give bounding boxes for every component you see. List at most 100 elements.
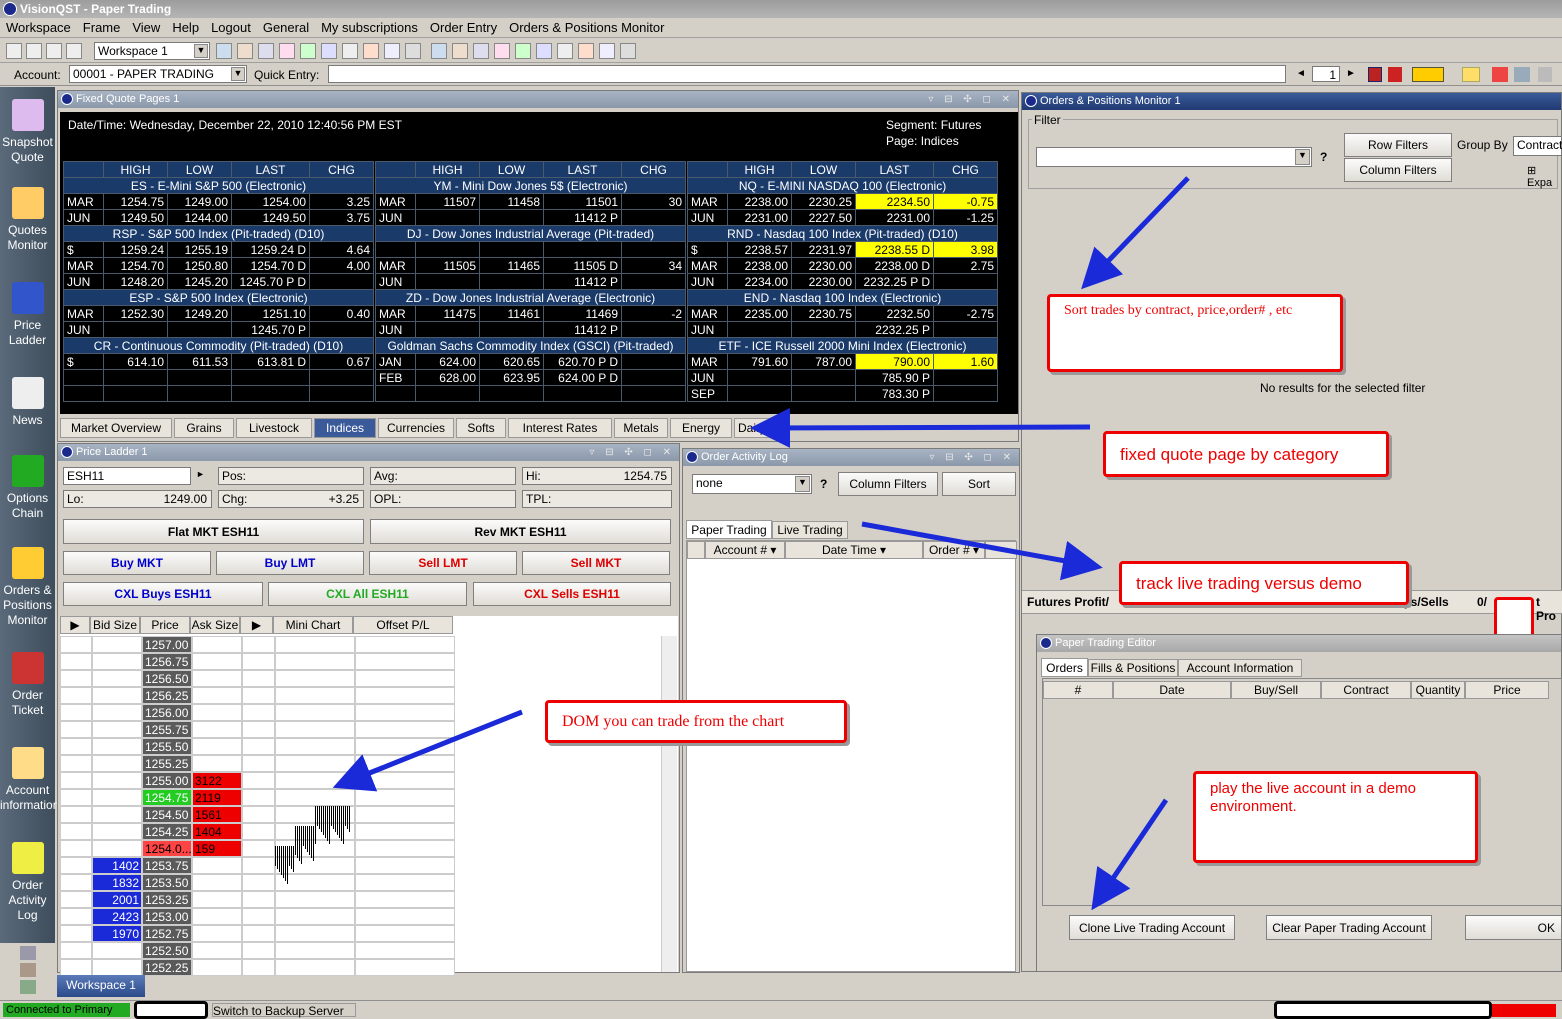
dom-cell[interactable] bbox=[355, 874, 455, 891]
dom-cell[interactable] bbox=[242, 755, 275, 772]
dom-cell[interactable]: 1255.75 bbox=[142, 721, 192, 738]
expand-control[interactable]: ⊞ Expa bbox=[1527, 164, 1562, 189]
print-icon[interactable] bbox=[405, 43, 421, 59]
tab-livestock[interactable]: Livestock bbox=[236, 418, 312, 438]
log-column-filters-button[interactable]: Column Filters bbox=[838, 472, 938, 496]
layers-icon[interactable] bbox=[515, 43, 531, 59]
dom-cell[interactable]: 1253.25 bbox=[142, 891, 192, 908]
dom-cell[interactable] bbox=[355, 704, 455, 721]
dom-header-cell[interactable]: Ask Size bbox=[190, 616, 240, 634]
dom-cell[interactable]: 1253.50 bbox=[142, 874, 192, 891]
quote-row[interactable]: JUN 1248.20 1245.20 1245.70 P D bbox=[63, 273, 374, 290]
quote-row[interactable]: MAR 2238.00 2230.00 2238.00 D 2.75 bbox=[687, 257, 998, 274]
dom-cell[interactable] bbox=[242, 789, 275, 806]
tab-grains[interactable]: Grains bbox=[174, 418, 234, 438]
chevron-down-icon[interactable]: ▼ bbox=[1295, 149, 1310, 165]
link-icon[interactable] bbox=[66, 43, 82, 59]
dom-cell[interactable] bbox=[275, 653, 355, 670]
dom-cell[interactable]: 1252.75 bbox=[142, 925, 192, 942]
add-icon[interactable] bbox=[452, 43, 468, 59]
save-icon[interactable] bbox=[342, 43, 358, 59]
quote-row[interactable]: MAR 1254.75 1249.00 1254.00 3.25 bbox=[63, 193, 374, 210]
dom-header-cell[interactable]: ▶ bbox=[240, 616, 273, 634]
orders-filter-select[interactable]: ▼ bbox=[1036, 147, 1312, 167]
dom-cell[interactable] bbox=[192, 721, 242, 738]
page-number-input[interactable]: 1 bbox=[1312, 66, 1340, 82]
quick-entry-input[interactable] bbox=[328, 65, 1286, 83]
dom-cell[interactable]: 1256.00 bbox=[142, 704, 192, 721]
dom-cell[interactable] bbox=[60, 840, 92, 857]
page-next-icon[interactable]: ► bbox=[1346, 68, 1356, 79]
new-window-icon[interactable] bbox=[6, 43, 22, 59]
quote-row[interactable]: JUN 2232.25 P bbox=[687, 321, 998, 338]
account-select[interactable]: 00001 - PAPER TRADING ▼ bbox=[69, 65, 247, 83]
dom-cell[interactable] bbox=[355, 823, 455, 840]
dom-cell[interactable] bbox=[60, 925, 92, 942]
workspace-tab[interactable]: Workspace 1 bbox=[57, 975, 145, 997]
news-icon[interactable] bbox=[620, 43, 636, 59]
dom-cell[interactable] bbox=[192, 653, 242, 670]
dom-cell[interactable] bbox=[60, 857, 92, 874]
menu-item-8[interactable]: Orders & Positions Monitor bbox=[503, 18, 670, 37]
log-sort-button[interactable]: Sort bbox=[942, 472, 1016, 496]
dom-cell[interactable] bbox=[242, 959, 275, 976]
quote-row[interactable]: JUN 11412 P bbox=[375, 273, 686, 290]
dom-cell[interactable] bbox=[192, 874, 242, 891]
dom-cell[interactable]: 1254.50 bbox=[142, 806, 192, 823]
paper-col-header[interactable]: Buy/Sell bbox=[1231, 681, 1321, 699]
dom-cell[interactable] bbox=[275, 925, 355, 942]
workspace-select[interactable]: Workspace 1 ▼ bbox=[94, 42, 210, 60]
dom-cell[interactable] bbox=[192, 891, 242, 908]
dom-cell[interactable] bbox=[92, 772, 142, 789]
dom-cell[interactable] bbox=[92, 959, 142, 976]
dom-cell[interactable] bbox=[355, 670, 455, 687]
dom-cell[interactable] bbox=[355, 891, 455, 908]
dom-cell[interactable]: 1253.00 bbox=[142, 908, 192, 925]
dom-header-cell[interactable]: Price bbox=[140, 616, 190, 634]
quote-row[interactable]: FEB 628.00 623.95 624.00 P D bbox=[375, 369, 686, 386]
dom-header-cell[interactable]: Offset P/L bbox=[353, 616, 453, 634]
dom-cell[interactable]: 1254.0... bbox=[142, 840, 192, 857]
menu-item-3[interactable]: Help bbox=[166, 18, 205, 37]
dom-cell[interactable] bbox=[60, 891, 92, 908]
dom-cell[interactable]: 3122 bbox=[192, 772, 242, 789]
dom-cell[interactable] bbox=[355, 806, 455, 823]
dom-cell[interactable] bbox=[355, 755, 455, 772]
dom-cell[interactable] bbox=[242, 942, 275, 959]
tool-bars-icon[interactable] bbox=[19, 963, 36, 977]
quote-row[interactable]: $614.10 611.53 613.81 D 0.67 bbox=[63, 353, 374, 370]
dom-cell[interactable] bbox=[60, 721, 92, 738]
dom-cell[interactable]: 2001 bbox=[92, 891, 142, 908]
dom-cell[interactable] bbox=[275, 687, 355, 704]
dom-cell[interactable] bbox=[92, 738, 142, 755]
dom-cell[interactable] bbox=[242, 840, 275, 857]
dom-cell[interactable] bbox=[192, 704, 242, 721]
dom-cell[interactable] bbox=[60, 942, 92, 959]
dom-cell[interactable] bbox=[192, 959, 242, 976]
dom-cell[interactable] bbox=[275, 721, 355, 738]
dom-cell[interactable] bbox=[92, 636, 142, 653]
chart-bars-icon[interactable] bbox=[494, 43, 510, 59]
dom-cell[interactable]: 1970 bbox=[92, 925, 142, 942]
quote-row[interactable]: MAR 2235.00 2230.75 2232.50 -2.75 bbox=[687, 305, 998, 322]
tab-account-information[interactable]: Account Information bbox=[1178, 659, 1302, 677]
dom-cell[interactable] bbox=[355, 772, 455, 789]
dom-cell[interactable] bbox=[355, 636, 455, 653]
dom-cell[interactable] bbox=[60, 874, 92, 891]
dom-cell[interactable]: 1253.75 bbox=[142, 857, 192, 874]
dom-cell[interactable] bbox=[275, 959, 355, 976]
dom-cell[interactable] bbox=[355, 687, 455, 704]
dom-cell[interactable]: 1256.25 bbox=[142, 687, 192, 704]
alert-chart-icon[interactable] bbox=[1492, 67, 1508, 82]
print-icon[interactable] bbox=[26, 43, 42, 59]
dom-cell[interactable] bbox=[192, 670, 242, 687]
paper-col-header[interactable]: Quantity bbox=[1411, 681, 1465, 699]
dom-cell[interactable] bbox=[275, 772, 355, 789]
dom-cell[interactable]: 1256.75 bbox=[142, 653, 192, 670]
dom-cell[interactable] bbox=[92, 823, 142, 840]
quote-row[interactable]: $2238.57 2231.97 2238.55 D 3.98 bbox=[687, 241, 998, 258]
log-filter-select[interactable]: none ▼ bbox=[692, 474, 812, 494]
dom-cell[interactable] bbox=[242, 721, 275, 738]
col-account[interactable]: Account # ▾ bbox=[705, 541, 785, 559]
book-icon[interactable] bbox=[578, 43, 594, 59]
